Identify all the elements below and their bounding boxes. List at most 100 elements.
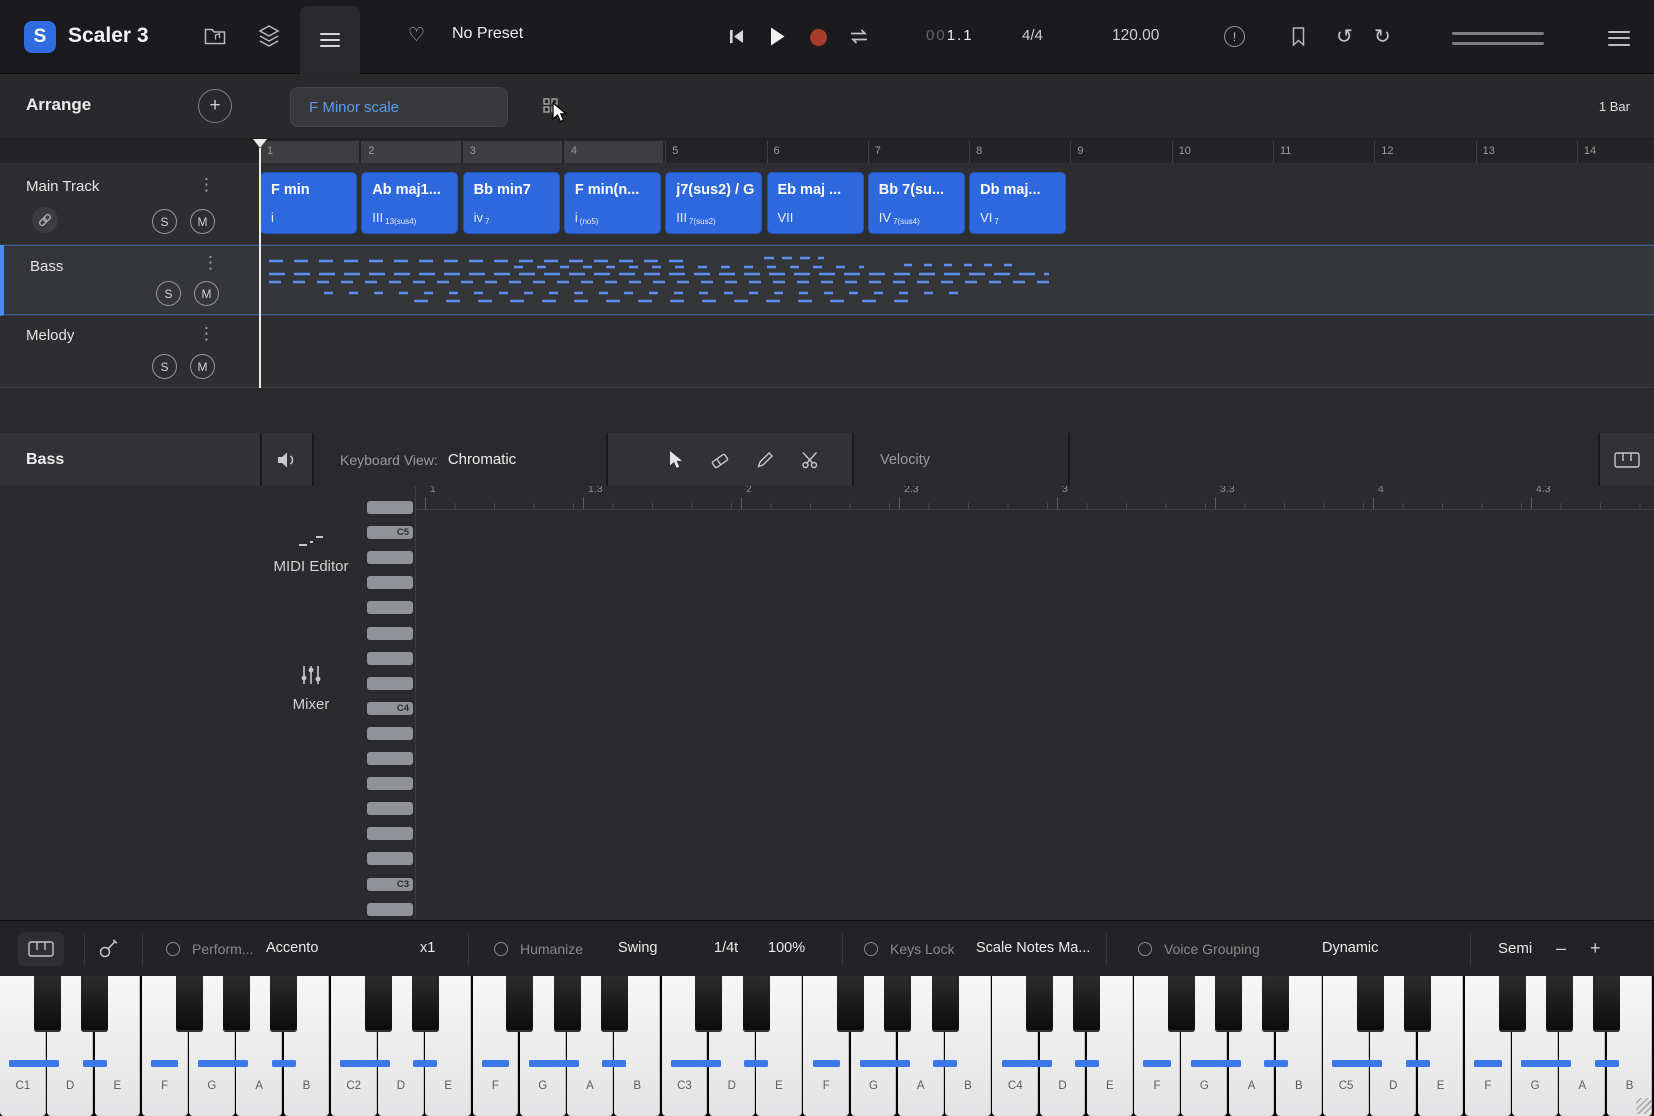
pianoroll-key-C4[interactable]: C4 bbox=[367, 702, 413, 715]
eraser-tool-icon[interactable] bbox=[710, 450, 730, 470]
track-name[interactable]: Main Track bbox=[26, 178, 99, 195]
preset-name[interactable]: No Preset bbox=[452, 25, 523, 43]
timeline-bar-1[interactable]: 1 bbox=[260, 141, 359, 163]
voice-grouping-toggle[interactable] bbox=[1138, 942, 1152, 956]
chord-block-5[interactable]: j7(sus2) / GIII7(sus2) bbox=[665, 172, 762, 234]
humanize-amount[interactable]: 100% bbox=[768, 940, 805, 956]
piano-key-Dsharp2[interactable] bbox=[412, 976, 439, 1032]
perform-toggle[interactable] bbox=[166, 942, 180, 956]
record-button[interactable] bbox=[810, 29, 827, 46]
piano-key-Fsharp3[interactable] bbox=[837, 976, 864, 1032]
piano-key-Csharp4[interactable] bbox=[1026, 976, 1053, 1032]
timeline-bar-13[interactable]: 13 bbox=[1476, 141, 1575, 163]
piano-key-Csharp1[interactable] bbox=[34, 976, 61, 1032]
timeline-bar-2[interactable]: 2 bbox=[361, 141, 460, 163]
chord-block-6[interactable]: Eb maj ...VII bbox=[767, 172, 864, 234]
pianoroll-key[interactable] bbox=[367, 777, 413, 790]
chord-block-8[interactable]: Db maj...VI7 bbox=[969, 172, 1066, 234]
piano-key-Gsharp1[interactable] bbox=[223, 976, 250, 1032]
mute-button[interactable]: M bbox=[190, 354, 215, 379]
track-menu-icon[interactable] bbox=[202, 253, 219, 273]
timeline-bar-7[interactable]: 7 bbox=[868, 141, 967, 163]
resize-handle[interactable] bbox=[1636, 1098, 1652, 1114]
bass-midi-clip[interactable] bbox=[264, 251, 1074, 309]
favorite-heart-icon[interactable] bbox=[408, 24, 425, 46]
timeline-ruler[interactable]: 1234567891011121314 bbox=[0, 139, 1654, 163]
pianoroll-key[interactable] bbox=[367, 827, 413, 840]
loop-icon[interactable] bbox=[848, 28, 870, 45]
add-section-button[interactable] bbox=[198, 89, 232, 123]
piano-key-Dsharp3[interactable] bbox=[743, 976, 770, 1032]
humanize-toggle[interactable] bbox=[494, 942, 508, 956]
semi-plus-button[interactable]: + bbox=[1590, 938, 1601, 959]
pianoroll-key[interactable] bbox=[367, 677, 413, 690]
keys-lock-value[interactable]: Scale Notes Ma... bbox=[976, 940, 1090, 956]
pianoroll-key[interactable] bbox=[367, 802, 413, 815]
piano-key-Gsharp4[interactable] bbox=[1215, 976, 1242, 1032]
chord-block-3[interactable]: Bb min7iv7 bbox=[463, 172, 560, 234]
chord-block-1[interactable]: F mini bbox=[260, 172, 357, 234]
music-folder-icon[interactable] bbox=[204, 26, 226, 46]
piano-key-Fsharp1[interactable] bbox=[176, 976, 203, 1032]
pencil-tool-icon[interactable] bbox=[756, 450, 775, 469]
track-row-bass[interactable]: Bass S M bbox=[0, 245, 1654, 316]
scissors-tool-icon[interactable] bbox=[801, 451, 820, 469]
mute-button[interactable]: M bbox=[194, 281, 219, 306]
preview-segment[interactable] bbox=[262, 433, 312, 486]
timeline-bar-8[interactable]: 8 bbox=[969, 141, 1068, 163]
cursor-tool-icon[interactable] bbox=[666, 450, 684, 470]
bar-length-selector[interactable]: 1 Bar bbox=[1599, 99, 1630, 114]
menu-icon[interactable] bbox=[1608, 26, 1630, 50]
timeline-bar-3[interactable]: 3 bbox=[463, 141, 562, 163]
bpm-value[interactable]: 120.00 bbox=[1112, 27, 1159, 45]
pianoroll-key[interactable] bbox=[367, 501, 413, 514]
pianoroll-key[interactable] bbox=[367, 551, 413, 564]
piano-key-Csharp2[interactable] bbox=[365, 976, 392, 1032]
keyboard-view-selector[interactable]: Keyboard View: Chromatic bbox=[314, 433, 606, 486]
perform-value[interactable]: Accento bbox=[266, 940, 318, 956]
nav-midi-editor[interactable]: MIDI Editor bbox=[241, 534, 381, 575]
pianoroll-key[interactable] bbox=[367, 903, 413, 916]
pianoroll-key[interactable] bbox=[367, 752, 413, 765]
piano-key-Csharp5[interactable] bbox=[1357, 976, 1384, 1032]
timeline-bar-5[interactable]: 5 bbox=[665, 141, 764, 163]
timeline-bar-9[interactable]: 9 bbox=[1070, 141, 1169, 163]
piano-key-Gsharp2[interactable] bbox=[554, 976, 581, 1032]
track-name[interactable]: Bass bbox=[30, 258, 63, 275]
info-icon[interactable] bbox=[1224, 26, 1245, 47]
pianoroll-key[interactable] bbox=[367, 852, 413, 865]
chord-block-2[interactable]: Ab maj1...III13(sus4) bbox=[361, 172, 458, 234]
pianoroll-key-C3[interactable]: C3 bbox=[367, 878, 413, 891]
humanize-rate[interactable]: 1/4t bbox=[714, 940, 738, 956]
arrange-view-tab[interactable] bbox=[300, 6, 360, 74]
solo-button[interactable]: S bbox=[152, 354, 177, 379]
piano-key-Dsharp1[interactable] bbox=[81, 976, 108, 1032]
nav-mixer[interactable]: Mixer bbox=[241, 664, 381, 713]
piano-key-Gsharp3[interactable] bbox=[884, 976, 911, 1032]
pianoroll-key[interactable] bbox=[367, 627, 413, 640]
pianoroll-key[interactable] bbox=[367, 576, 413, 589]
timeline-bar-11[interactable]: 11 bbox=[1273, 141, 1372, 163]
track-row-main[interactable]: Main Track S M F miniAb maj1...III13(sus… bbox=[0, 163, 1654, 245]
velocity-segment[interactable]: Velocity bbox=[854, 433, 1068, 486]
skip-back-button[interactable] bbox=[728, 28, 745, 45]
piano-key-Asharp4[interactable] bbox=[1262, 976, 1289, 1032]
piano-key-Gsharp5[interactable] bbox=[1546, 976, 1573, 1032]
track-menu-icon[interactable] bbox=[198, 175, 215, 195]
undo-icon[interactable] bbox=[1336, 24, 1353, 48]
piano-key-Csharp3[interactable] bbox=[695, 976, 722, 1032]
humanize-value[interactable]: Swing bbox=[618, 940, 658, 956]
timeline-bar-4[interactable]: 4 bbox=[564, 141, 663, 163]
piano-key-Asharp1[interactable] bbox=[270, 976, 297, 1032]
solo-button[interactable]: S bbox=[156, 281, 181, 306]
piano-key-Asharp3[interactable] bbox=[932, 976, 959, 1032]
midi-editor-panel[interactable]: 11.322.333.344.3 MIDI Editor Mixer C5C4C… bbox=[0, 486, 1654, 920]
time-signature[interactable]: 4/4 bbox=[1022, 27, 1043, 44]
bookmark-icon[interactable] bbox=[1290, 26, 1307, 47]
link-icon[interactable] bbox=[32, 207, 58, 233]
track-row-melody[interactable]: Melody S M bbox=[0, 316, 1654, 388]
editor-ruler[interactable]: 11.322.333.344.3 bbox=[415, 486, 1654, 510]
keyboard-toggle[interactable] bbox=[1600, 433, 1654, 486]
timeline-bar-12[interactable]: 12 bbox=[1374, 141, 1473, 163]
chord-block-7[interactable]: Bb 7(su...IV7(sus4) bbox=[868, 172, 965, 234]
